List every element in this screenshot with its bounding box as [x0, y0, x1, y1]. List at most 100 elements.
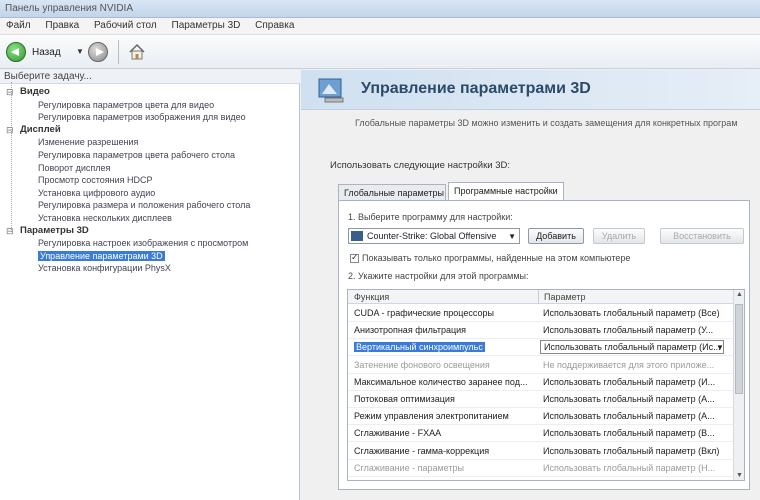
- chevron-down-icon[interactable]: ▼: [716, 343, 724, 352]
- sidebar-item[interactable]: Регулировка размера и положения рабочего…: [0, 199, 300, 212]
- table-header: Функция Параметр: [348, 290, 734, 304]
- menu-file[interactable]: Файл: [0, 18, 37, 33]
- back-arrow-icon[interactable]: [6, 42, 26, 62]
- function-cell: Сглаживание - гамма-коррекция: [354, 446, 534, 456]
- back-button-label[interactable]: Назад: [32, 47, 61, 58]
- table-row[interactable]: Сглаживание - параметры Использовать глоб…: [348, 460, 734, 477]
- table-row[interactable]: CUDA - графические процессоры Использоват…: [348, 305, 734, 322]
- sidebar-item-label: Установка конфигурации PhysX: [38, 263, 171, 274]
- menu-edit[interactable]: Правка: [39, 18, 85, 33]
- home-icon[interactable]: [128, 43, 146, 61]
- sidebar-item-label: Регулировка настроек изображения с просм…: [38, 238, 249, 249]
- sidebar-item-label: Регулировка параметров изображения для в…: [38, 112, 246, 123]
- menu-bar: Файл Правка Рабочий стол Параметры 3D Сп…: [0, 18, 760, 35]
- parameter-cell: Использовать глобальный параметр (А...: [543, 411, 715, 422]
- table-row[interactable]: Режим управления электропитанием Использо…: [348, 408, 734, 426]
- table-row[interactable]: Потоковая оптимизация Использовать глобал…: [348, 391, 734, 408]
- program-select[interactable]: Counter-Strike: Global Offensive ▼: [348, 228, 520, 244]
- parameter-cell: Не поддерживается для этого приложе...: [543, 359, 715, 370]
- function-name: CUDA - графические процессоры: [354, 308, 494, 318]
- tab-program-settings[interactable]: Программные настройки: [448, 182, 564, 201]
- back-dropdown-icon[interactable]: ▼: [76, 47, 84, 56]
- function-name: Анизотропная фильтрация: [354, 325, 467, 336]
- scroll-up-icon[interactable]: ▲: [736, 291, 743, 298]
- parameter-cell: Использовать глобальный параметр (И...: [543, 376, 716, 387]
- sidebar-item-label: Дисплей: [20, 123, 61, 135]
- sidebar-item[interactable]: Регулировка настроек изображения с просм…: [0, 237, 300, 250]
- function-cell: Максимальное количество заранее под...: [354, 377, 534, 387]
- parameter-cell: Использовать глобальный параметр (У...: [543, 325, 714, 336]
- toolbar: Назад ▼: [0, 35, 760, 69]
- tree-category[interactable]: Дисплей: [0, 124, 300, 137]
- parameter-cell: Использовать глобальный параметр (Н...: [543, 462, 716, 473]
- settings-label: Использовать следующие настройки 3D:: [330, 160, 510, 171]
- table-row[interactable]: Анизотропная фильтрация Использовать глоб…: [348, 322, 734, 340]
- function-cell: CUDA - графические процессоры: [354, 308, 534, 318]
- sidebar-item[interactable]: Установка нескольких дисплеев: [0, 212, 300, 225]
- 3d-settings-icon: [318, 78, 344, 103]
- sidebar-item[interactable]: Просмотр состояния HDCP: [0, 174, 300, 187]
- table-row[interactable]: Сглаживание - FXAA Использовать глобальны…: [348, 425, 734, 443]
- program-icon: [351, 231, 363, 241]
- column-header-function[interactable]: Функция: [354, 292, 389, 302]
- task-tree: Видео Регулировка параметров цвета для ви…: [0, 86, 300, 275]
- sidebar-item[interactable]: Регулировка параметров цвета рабочего ст…: [0, 149, 300, 162]
- step2-label: 2. Укажите настройки для этой программы:: [348, 271, 529, 281]
- parameter-cell: Использовать глобальный параметр (В...: [543, 428, 715, 439]
- toolbar-separator: [118, 40, 119, 64]
- sidebar-item-label: Регулировка параметров цвета для видео: [38, 99, 215, 110]
- table-scrollbar[interactable]: ▲ ▼: [733, 290, 744, 480]
- parameter-cell: Использовать глобальный параметр (Все): [543, 308, 720, 318]
- page-description: Глобальные параметры 3D можно изменить и…: [355, 118, 738, 128]
- column-divider[interactable]: [538, 290, 539, 304]
- function-name: Затенение фонового освещения: [354, 359, 490, 370]
- sidebar-item-label: Просмотр состояния HDCP: [38, 175, 153, 186]
- function-cell: Потоковая оптимизация: [354, 394, 534, 404]
- sidebar-item[interactable]: Установка цифрового аудио: [0, 187, 300, 200]
- show-found-programs-label: Показывать только программы, найденные н…: [362, 253, 631, 263]
- scroll-down-icon[interactable]: ▼: [736, 472, 743, 479]
- function-cell: Анизотропная фильтрация: [354, 325, 534, 335]
- table-row[interactable]: Сглаживание - гамма-коррекция Использоват…: [348, 443, 734, 460]
- function-name: Потоковая оптимизация: [354, 394, 455, 404]
- table-row[interactable]: Затенение фонового освещения Не поддержив…: [348, 357, 734, 374]
- sidebar-item-label: Установка цифрового аудио: [38, 187, 156, 198]
- menu-help[interactable]: Справка: [249, 18, 300, 33]
- sidebar-item[interactable]: Поворот дисплея: [0, 162, 300, 175]
- function-name: Сглаживание - параметры: [354, 462, 464, 473]
- title-bar: Панель управления NVIDIA: [0, 0, 760, 18]
- sidebar-item-label: Изменение разрешения: [38, 137, 139, 148]
- add-program-button[interactable]: Добавить: [528, 228, 584, 244]
- sidebar-item[interactable]: Регулировка параметров цвета для видео: [0, 99, 300, 112]
- scrollbar-thumb[interactable]: [735, 304, 743, 394]
- sidebar-item[interactable]: Изменение разрешения: [0, 136, 300, 149]
- parameter-cell: Использовать глобальный параметр (А...: [543, 394, 715, 404]
- page-banner: Управление параметрами 3D: [301, 70, 760, 110]
- restore-program-button[interactable]: Восстановить: [660, 228, 744, 244]
- function-cell: Затенение фонового освещения: [354, 360, 534, 370]
- sidebar-item-label: Поворот дисплея: [38, 162, 111, 173]
- forward-arrow-icon[interactable]: [88, 42, 108, 62]
- parameter-select[interactable]: Использовать глобальный параметр (Ис...: [540, 340, 724, 355]
- table-row[interactable]: Вертикальный синхроимпульс Использовать г…: [348, 339, 734, 357]
- function-cell: Сглаживание - FXAA: [354, 428, 534, 438]
- function-name: Вертикальный синхроимпульс: [354, 342, 485, 353]
- sidebar-title: Выберите задачу...: [0, 70, 300, 84]
- tree-category[interactable]: Параметры 3D: [0, 225, 300, 238]
- column-header-parameter[interactable]: Параметр: [544, 292, 586, 302]
- parameter-cell: Использовать глобальный параметр (Вкл): [543, 445, 720, 456]
- menu-desktop[interactable]: Рабочий стол: [88, 18, 163, 33]
- function-cell: Вертикальный синхроимпульс: [354, 342, 534, 353]
- menu-3d-settings[interactable]: Параметры 3D: [166, 18, 247, 33]
- table-row[interactable]: Максимальное количество заранее под... Ис…: [348, 374, 734, 391]
- sidebar-item[interactable]: Управление параметрами 3D: [0, 250, 300, 263]
- remove-program-button[interactable]: Удалить: [593, 228, 645, 244]
- sidebar-item-label: Управление параметрами 3D: [38, 250, 165, 261]
- function-cell: Сглаживание - параметры: [354, 463, 534, 473]
- sidebar-item[interactable]: Установка конфигурации PhysX: [0, 262, 300, 275]
- tree-category[interactable]: Видео: [0, 86, 300, 99]
- function-name: Сглаживание - FXAA: [354, 428, 442, 439]
- show-found-programs-checkbox[interactable]: [350, 252, 359, 263]
- sidebar-item[interactable]: Регулировка параметров изображения для в…: [0, 111, 300, 124]
- tab-global-settings[interactable]: Глобальные параметры: [338, 184, 446, 200]
